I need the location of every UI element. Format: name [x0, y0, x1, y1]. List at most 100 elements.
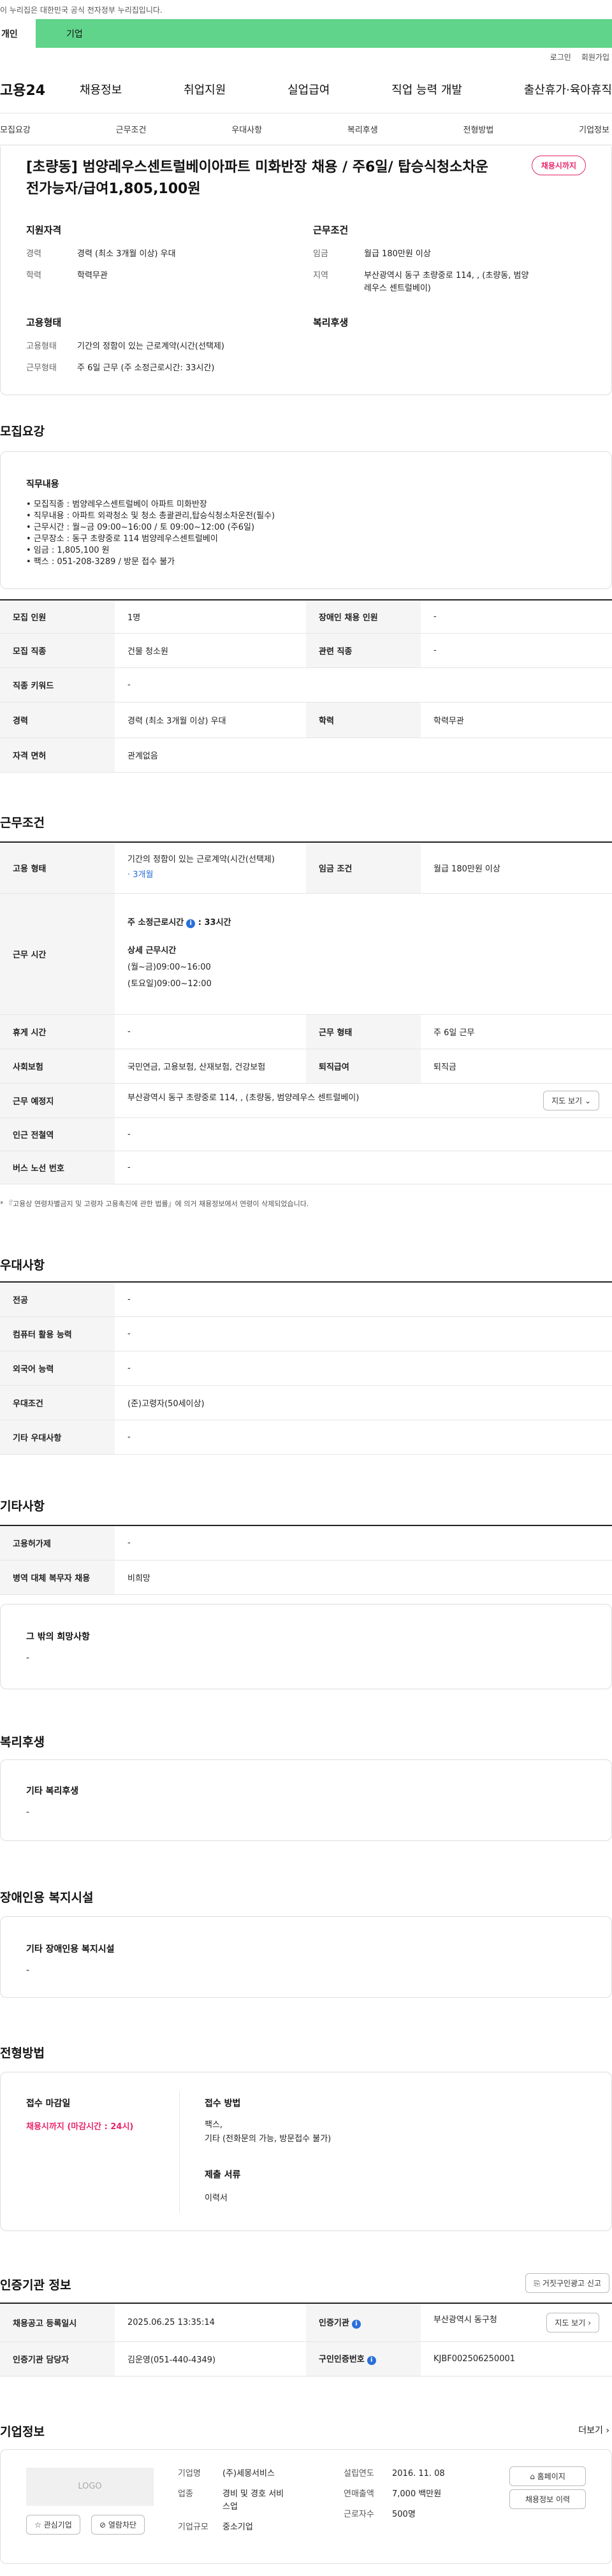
hours-detail-heading: 상세 근무시간 [127, 946, 177, 956]
table-row: 근무 예정지 부산광역시 동구 초량중로 114, , (초량동, 범양레우스 … [0, 1083, 612, 1118]
summary-row: 고용형태 기간의 정함이 있는 근로계약(시간(선택제) [26, 342, 224, 351]
docs-label: 제출 서류 [205, 2170, 241, 2180]
disabled-box: 기타 장애인용 복지시설 - [0, 1916, 612, 1998]
block-icon: ⊘ [99, 2521, 106, 2529]
table-row: 경력 경력 (최소 3개월 이상) 우대 학력 학력무관 [0, 702, 612, 738]
disabled-label: 기타 장애인용 복지시설 [26, 1944, 115, 1954]
snb-recruit[interactable]: 모집요강 [0, 123, 31, 135]
company-info-col1: 기업명 (주)세몽서비스 업종 경비 및 경호 서비 스업 기업규모 중소기업 [178, 2469, 284, 2532]
tab-personal[interactable]: 개인 [0, 19, 36, 48]
duty-list: • 모집직종 : 범양레우스센트럴베이 아파트 미화반장 • 직무내용 : 아파… [26, 499, 275, 568]
summary-row: 지역 부산광역시 동구 초량중로 114, , (초량동, 범양레우스 센트럴베이… [313, 271, 529, 293]
pref-section-title: 우대사항 [0, 1258, 45, 1272]
hours-detail-weekday: (월~금)09:00~16:00 [127, 963, 211, 972]
emp-type-value: 기간의 정함이 있는 근로계약(시간(선택제) [127, 855, 275, 865]
snb-welfare[interactable]: 복리후생 [347, 123, 378, 135]
selection-section-title: 전형방법 [0, 2046, 45, 2060]
chevron-right-icon: › [588, 2318, 591, 2327]
welfare-section-title: 복리후생 [0, 1735, 45, 1749]
table-row: 직종 키워드 - [0, 667, 612, 702]
gov-notice: 이 누리집은 대한민국 공식 전자정부 누리집입니다. [0, 5, 163, 15]
duty-label: 직무내용 [26, 479, 59, 490]
join-link[interactable]: 회원가입 [581, 52, 609, 62]
work-section-title: 근무조건 [0, 816, 45, 830]
qualification-heading: 지원자격 [26, 224, 62, 236]
duty-box: 직무내용 • 모집직종 : 범양레우스센트럴베이 아파트 미화반장 • 직무내용… [0, 451, 612, 589]
agency-map-button[interactable]: 지도 보기 › [546, 2312, 599, 2332]
section-nav: 모집요강 근무조건 우대사항 복리후생 전형방법 기업정보 [0, 113, 612, 145]
summary-row: 경력 경력 (최소 3개월 이상) 우대 [26, 249, 176, 259]
gov-notice-bar: 이 누리집은 대한민국 공식 전자정부 누리집입니다. [0, 0, 612, 19]
summary-row: 임금 월급 180만원 이상 [313, 249, 431, 259]
weekly-hours-label: 주 소정근로시간 [127, 918, 184, 928]
qualification-summary: 지원자격 경력 경력 (최소 3개월 이상) 우대 학력 학력무관 [26, 223, 294, 291]
gnb-item-leave[interactable]: 출산휴가·육아휴직 [524, 81, 612, 98]
gnb-item-jobs[interactable]: 채용정보 [80, 81, 122, 98]
chevron-down-icon: ⌄ [584, 1096, 591, 1105]
welfare-box: 기타 복리후생 - [0, 1759, 612, 1841]
job-title: [초량동] 범양레우스센트럴베이아파트 미화반장 채용 / 주6일/ 탑승식청소… [26, 159, 488, 197]
snb-pref[interactable]: 우대사항 [231, 123, 262, 135]
block-company-button[interactable]: ⊘ 열람차단 [91, 2515, 145, 2535]
table-row: 고용허가제 - [0, 1525, 612, 1561]
site-tabs: 개인 기업 [0, 19, 612, 48]
favorite-company-button[interactable]: ☆ 관심기업 [26, 2515, 80, 2535]
company-info-col2: 설립연도 2016. 11. 08 연매출액 7,000 백만원 근로자수 500명 [344, 2469, 445, 2519]
gnb-item-employment[interactable]: 취업지원 [184, 81, 226, 98]
snb-selection[interactable]: 전형방법 [463, 123, 494, 135]
employment-summary: 고용형태 고용형태 기간의 정함이 있는 근로계약(시간(선택제) 근무형태 주 6… [26, 316, 307, 384]
login-link[interactable]: 로그인 [550, 52, 571, 62]
company-box: LOGO ☆ 관심기업 ⊘ 열람차단 기업명 (주)세몽서비스 업종 경비 및 경호… [0, 2449, 612, 2564]
welfare-heading: 복리후생 [313, 317, 349, 328]
info-icon[interactable]: i [367, 2356, 376, 2365]
welfare-label: 기타 복리후생 [26, 1786, 79, 1796]
table-row: 사회보험 국민연금, 고용보험, 산재보험, 건강보험 퇴직급여 퇴직금 [0, 1049, 612, 1084]
weekly-hours-value: : 33시간 [198, 918, 231, 928]
table-row: 인증기관 담당자 김운영(051-440-4349) 구인인증번호 i KJBF00… [0, 2341, 612, 2376]
etc-table: 고용허가제 - 병역 대체 복무자 채용 비희망 [0, 1525, 612, 1595]
welfare-value: - [26, 1807, 30, 1817]
table-row: 전공 - [0, 1282, 612, 1317]
duty-line: • 임금 : 1,805,100 원 [26, 546, 110, 555]
agency-org-value: 부산광역시 동구청 [433, 2315, 497, 2325]
report-ad-button[interactable]: ⎘ 거짓구인광고 신고 [525, 2273, 609, 2293]
company-more-link[interactable]: 더보기 › [578, 2424, 609, 2436]
duty-line: • 근무장소 : 동구 초량중로 114 범양레우스센트럴베이 [26, 534, 218, 544]
duty-line: • 모집직종 : 범양레우스센트럴베이 아파트 미화반장 [26, 500, 207, 509]
info-icon[interactable]: i [186, 919, 196, 928]
global-nav: 고용24 채용정보 취업지원 실업급여 직업 능력 개발 출산휴가·육아휴직 [0, 66, 612, 113]
hours-detail-saturday: (토요일)09:00~12:00 [127, 979, 212, 989]
disabled-section-title: 장애인용 복지시설 [0, 1891, 94, 1905]
deadline-label: 접수 마감일 [26, 2099, 71, 2109]
condition-heading: 근무조건 [313, 224, 349, 236]
snb-work[interactable]: 근무조건 [116, 123, 147, 135]
divider [179, 2092, 180, 2213]
age-notice: * 『고용상 연령차별금지 및 고령자 고용촉진에 관한 법률』에 의거 채용정… [0, 1200, 309, 1208]
gnb-menu: 채용정보 취업지원 실업급여 직업 능력 개발 출산휴가·육아휴직 [80, 81, 612, 98]
summary-row: 학력 학력무관 [26, 271, 108, 280]
deadline-value: 채용시까지 (마감시간 : 24시) [26, 2122, 134, 2132]
etc-other-value: - [26, 1653, 30, 1663]
table-row: 자격 면허 관계없음 [0, 738, 612, 773]
gnb-item-unemployment[interactable]: 실업급여 [288, 81, 330, 98]
recruit-table: 모집 인원 1명 장애인 채용 인원 - 모집 직종 건물 청소원 관련 직종 - 직종… [0, 599, 612, 773]
gnb-item-training[interactable]: 직업 능력 개발 [391, 81, 462, 98]
etc-other-label: 그 밖의 희망사항 [26, 1632, 90, 1642]
work-table: 고용 형태 기간의 정함이 있는 근로계약(시간(선택제) · 3개월 임금 조… [0, 841, 612, 1184]
info-icon[interactable]: i [351, 2320, 361, 2329]
duty-line: • 근무시간 : 월~금 09:00~16:00 / 토 09:00~12:00… [26, 523, 255, 532]
employment-heading: 고용형태 [26, 317, 62, 328]
site-logo[interactable]: 고용24 [0, 79, 80, 99]
job-history-button[interactable]: 채용정보 이력 [509, 2489, 586, 2509]
snb-company[interactable]: 기업정보 [579, 123, 609, 135]
table-row: 외국어 능력 - [0, 1351, 612, 1386]
disabled-value: - [26, 1965, 30, 1976]
company-logo: LOGO [26, 2468, 154, 2506]
duty-line: • 직무내용 : 아파트 외곽청소 및 청소 총괄관리,탑승식청소차운전(필수) [26, 511, 275, 521]
welfare-summary: 복리후생 [313, 316, 348, 340]
tab-company[interactable]: 기업 [36, 19, 612, 48]
map-button[interactable]: 지도 보기 ⌄ [543, 1090, 599, 1110]
homepage-button[interactable]: ⌂ 홈페이지 [509, 2466, 586, 2486]
job-summary-box: [초량동] 범양레우스센트럴베이아파트 미화반장 채용 / 주6일/ 탑승식청소… [0, 147, 612, 395]
star-icon: ☆ [34, 2521, 41, 2529]
